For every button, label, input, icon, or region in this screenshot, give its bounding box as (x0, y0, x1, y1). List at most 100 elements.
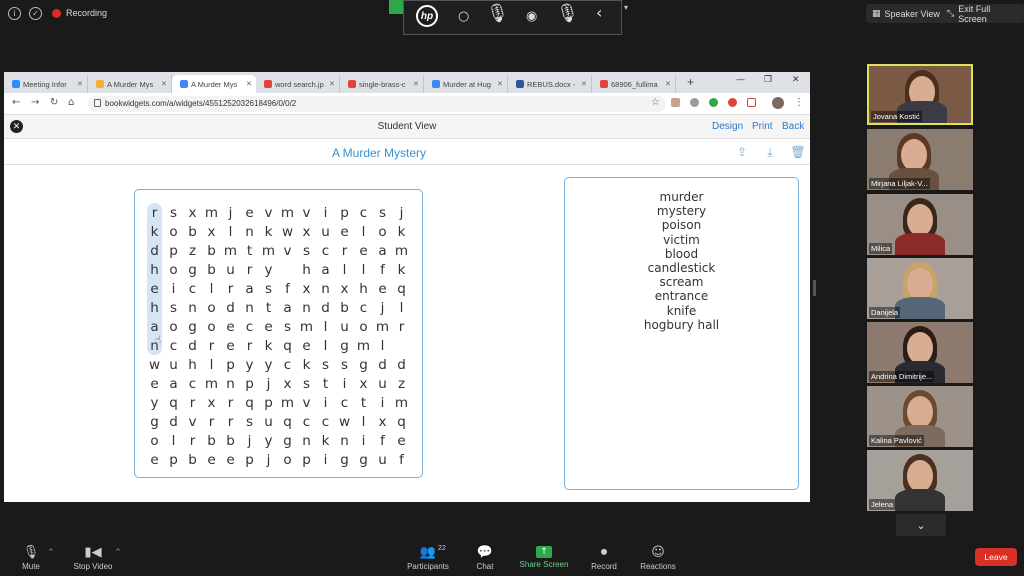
grid-letter[interactable]: u (259, 412, 278, 431)
grid-letter[interactable]: w (335, 412, 354, 431)
grid-letter[interactable]: m (373, 317, 392, 336)
circle-icon[interactable]: ○ (458, 9, 469, 24)
grid-letter[interactable]: m (392, 241, 411, 260)
grid-letter[interactable]: p (297, 450, 316, 469)
profile-avatar[interactable] (772, 97, 784, 109)
grid-letter[interactable]: m (278, 393, 297, 412)
tab-6[interactable]: REBUS.docx - ✕ (508, 75, 592, 93)
grid-letter[interactable]: u (221, 260, 240, 279)
grid-letter[interactable]: l (354, 260, 373, 279)
grid-letter[interactable]: x (297, 279, 316, 298)
grid-letter[interactable]: k (259, 222, 278, 241)
extension-5-icon[interactable] (747, 98, 756, 107)
video-options-caret[interactable]: ^ (115, 548, 121, 556)
grid-letter[interactable]: v (259, 203, 278, 222)
grid-letter[interactable]: c (240, 317, 259, 336)
grid-letter[interactable]: j (392, 203, 411, 222)
participant-tile[interactable]: Danijela (867, 258, 973, 319)
grid-letter[interactable]: b (335, 298, 354, 317)
grid-letter[interactable]: b (183, 222, 202, 241)
grid-letter[interactable]: l (316, 336, 335, 355)
grid-letter[interactable]: o (145, 431, 164, 450)
participant-tile[interactable]: Milica (867, 194, 973, 255)
participant-tile[interactable]: Jelena (867, 450, 973, 511)
panel-resize-handle[interactable] (813, 280, 816, 296)
back-arrow-icon[interactable]: ← (12, 97, 20, 108)
trash-icon[interactable]: 🗑 (790, 145, 805, 159)
grid-letter[interactable]: k (316, 431, 335, 450)
speaker-view-button[interactable]: ▦ Speaker View (866, 4, 946, 23)
grid-letter[interactable]: l (164, 431, 183, 450)
grid-letter[interactable]: p (240, 450, 259, 469)
word-search-grid[interactable]: rsxmjevmvipcsjkobxlnkwxuelokdpzbmtmvscre… (145, 203, 411, 469)
stop-video-button[interactable]: ▮◀ Stop Video (70, 544, 116, 572)
chevron-left-icon[interactable]: ‹ (596, 3, 602, 22)
restore-icon[interactable]: ❐ (764, 75, 772, 85)
grid-letter[interactable]: h (145, 260, 164, 279)
grid-letter[interactable]: g (335, 450, 354, 469)
grid-letter[interactable]: r (221, 279, 240, 298)
grid-letter[interactable]: k (259, 336, 278, 355)
grid-letter[interactable]: o (164, 260, 183, 279)
grid-letter[interactable]: n (297, 298, 316, 317)
share-screen-button[interactable]: ↑ Share Screen (518, 544, 570, 569)
extension-4-icon[interactable] (728, 98, 737, 107)
grid-letter[interactable]: o (202, 298, 221, 317)
grid-letter[interactable]: m (278, 203, 297, 222)
grid-letter[interactable]: l (335, 260, 354, 279)
grid-letter[interactable]: r (183, 431, 202, 450)
grid-letter[interactable]: e (240, 203, 259, 222)
grid-letter[interactable]: t (259, 298, 278, 317)
grid-letter[interactable]: l (202, 355, 221, 374)
grid-letter[interactable]: x (183, 203, 202, 222)
grid-letter[interactable]: e (373, 279, 392, 298)
grid-letter[interactable]: b (183, 450, 202, 469)
grid-letter[interactable]: n (240, 298, 259, 317)
grid-letter[interactable]: a (278, 298, 297, 317)
grid-letter[interactable]: h (354, 279, 373, 298)
grid-letter[interactable]: q (392, 279, 411, 298)
grid-letter[interactable]: o (373, 222, 392, 241)
grid-letter[interactable]: b (221, 431, 240, 450)
grid-letter[interactable]: i (316, 203, 335, 222)
grid-letter[interactable]: n (316, 279, 335, 298)
participant-tile[interactable]: Mirjana Liljak-V... (867, 129, 973, 190)
grid-letter[interactable]: e (297, 336, 316, 355)
grid-letter[interactable]: p (240, 374, 259, 393)
star-icon[interactable]: ☆ (651, 97, 660, 108)
grid-letter[interactable]: q (278, 412, 297, 431)
grid-letter[interactable]: c (297, 412, 316, 431)
grid-letter[interactable]: l (316, 317, 335, 336)
grid-letter[interactable]: r (221, 412, 240, 431)
grid-letter[interactable]: n (221, 374, 240, 393)
grid-letter[interactable]: m (202, 374, 221, 393)
grid-letter[interactable]: s (278, 317, 297, 336)
exit-full-screen-button[interactable]: ⤡ Exit Full Screen (941, 4, 1024, 24)
grid-letter[interactable]: i (316, 393, 335, 412)
broadcast-microphone-icon[interactable]: 🎙 (556, 3, 579, 24)
grid-letter[interactable]: y (259, 260, 278, 279)
grid-letter[interactable]: s (316, 355, 335, 374)
grid-letter[interactable]: m (392, 393, 411, 412)
grid-letter[interactable]: j (240, 431, 259, 450)
grid-letter[interactable]: y (259, 431, 278, 450)
grid-letter[interactable]: e (221, 450, 240, 469)
grid-letter[interactable]: c (316, 412, 335, 431)
grid-letter[interactable]: m (221, 241, 240, 260)
grid-letter[interactable]: p (164, 241, 183, 260)
grid-letter[interactable]: i (164, 279, 183, 298)
grid-letter[interactable]: e (145, 279, 164, 298)
grid-letter[interactable]: o (164, 222, 183, 241)
close-window-icon[interactable]: ✕ (792, 75, 800, 85)
grid-letter[interactable]: d (316, 298, 335, 317)
tab-3[interactable]: word search.jp ✕ (256, 75, 340, 93)
grid-letter[interactable]: m (354, 336, 373, 355)
grid-letter[interactable] (392, 336, 411, 355)
grid-letter[interactable]: i (316, 450, 335, 469)
grid-letter[interactable]: l (221, 222, 240, 241)
grid-letter[interactable]: j (259, 450, 278, 469)
grid-letter[interactable]: a (373, 241, 392, 260)
home-icon[interactable]: ⌂ (68, 97, 74, 108)
audio-options-caret[interactable]: ^ (48, 548, 54, 556)
chat-button[interactable]: 💬 Chat (470, 544, 500, 572)
